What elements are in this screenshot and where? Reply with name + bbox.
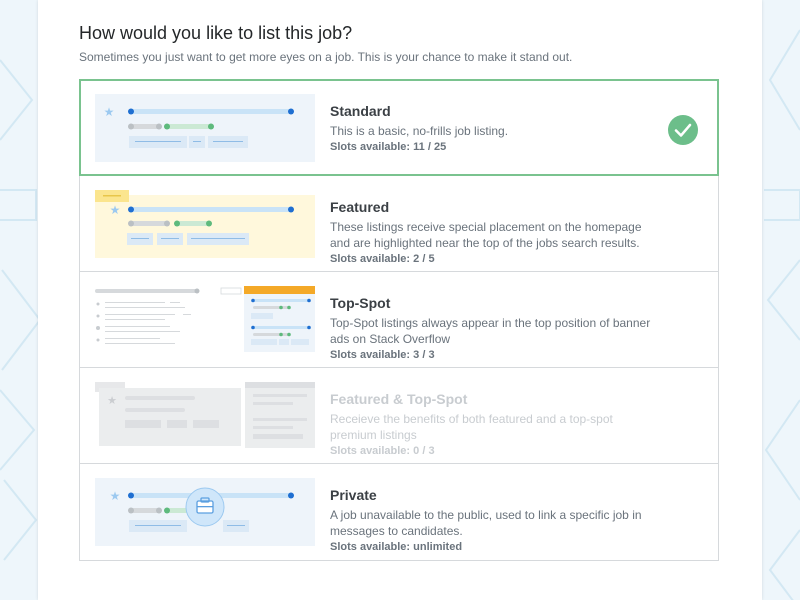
svg-text:★: ★ — [110, 489, 121, 503]
option-slots: Slots available: 2 / 5 — [330, 252, 660, 266]
option-standard[interactable]: ★ Standard This is a basic, no-frills jo… — [79, 79, 719, 176]
option-description: A job unavailable to the public, used to… — [330, 508, 642, 538]
slots-value: unlimited — [413, 541, 463, 553]
checkmark-icon — [668, 115, 698, 145]
option-name: Featured — [330, 199, 390, 215]
briefcase-icon — [185, 487, 225, 527]
option-slots: Slots available: 0 / 3 — [330, 444, 660, 458]
option-description: This is a basic, no-frills job listing. — [330, 124, 509, 138]
option-description: These listings receive special placement… — [330, 220, 642, 250]
option-name: Featured & Top-Spot — [330, 391, 468, 407]
standard-preview-image: ★ — [95, 94, 315, 162]
option-private[interactable]: ★ Private A job unavailable to the publi… — [79, 463, 719, 561]
slots-label: Slots available: — [330, 349, 414, 361]
featured-preview-image: ★ — [95, 190, 315, 258]
svg-text:★: ★ — [107, 394, 117, 407]
listing-card: How would you like to list this job? Som… — [38, 0, 762, 600]
option-top-spot[interactable]: Top-Spot Top-Spot listings always appear… — [79, 271, 719, 368]
slots-label: Slots available: — [330, 445, 414, 457]
page-subtitle: Sometimes you just want to get more eyes… — [79, 50, 573, 64]
listing-options: ★ Standard This is a basic, no-frills jo… — [79, 79, 719, 561]
slots-label: Slots available: — [330, 541, 414, 553]
slots-value: 3 / 3 — [413, 349, 435, 361]
slots-label: Slots available: — [330, 141, 414, 153]
top-spot-preview-image — [95, 286, 315, 352]
svg-text:★: ★ — [110, 203, 121, 217]
slots-value: 0 / 3 — [413, 445, 435, 457]
slots-label: Slots available: — [330, 253, 414, 265]
option-featured[interactable]: ★ Featured These listings receive specia… — [79, 175, 719, 272]
slots-value: 2 / 5 — [413, 253, 435, 265]
featured-top-spot-preview-image: ★ — [95, 382, 315, 448]
option-slots: Slots available: 11 / 25 — [330, 140, 660, 154]
option-description: Receieve the benefits of both featured a… — [330, 412, 613, 442]
page-title: How would you like to list this job? — [79, 23, 353, 43]
option-slots: Slots available: 3 / 3 — [330, 348, 660, 362]
option-description: Top-Spot listings always appear in the t… — [330, 316, 651, 346]
option-name: Top-Spot — [330, 295, 391, 311]
option-name: Private — [330, 487, 377, 503]
option-slots: Slots available: unlimited — [330, 540, 660, 554]
svg-text:★: ★ — [104, 105, 115, 119]
option-name: Standard — [330, 103, 391, 119]
slots-value: 11 / 25 — [413, 141, 447, 153]
option-featured-top-spot: ★ Featured & Top-Spot Receieve the benef… — [79, 367, 719, 464]
